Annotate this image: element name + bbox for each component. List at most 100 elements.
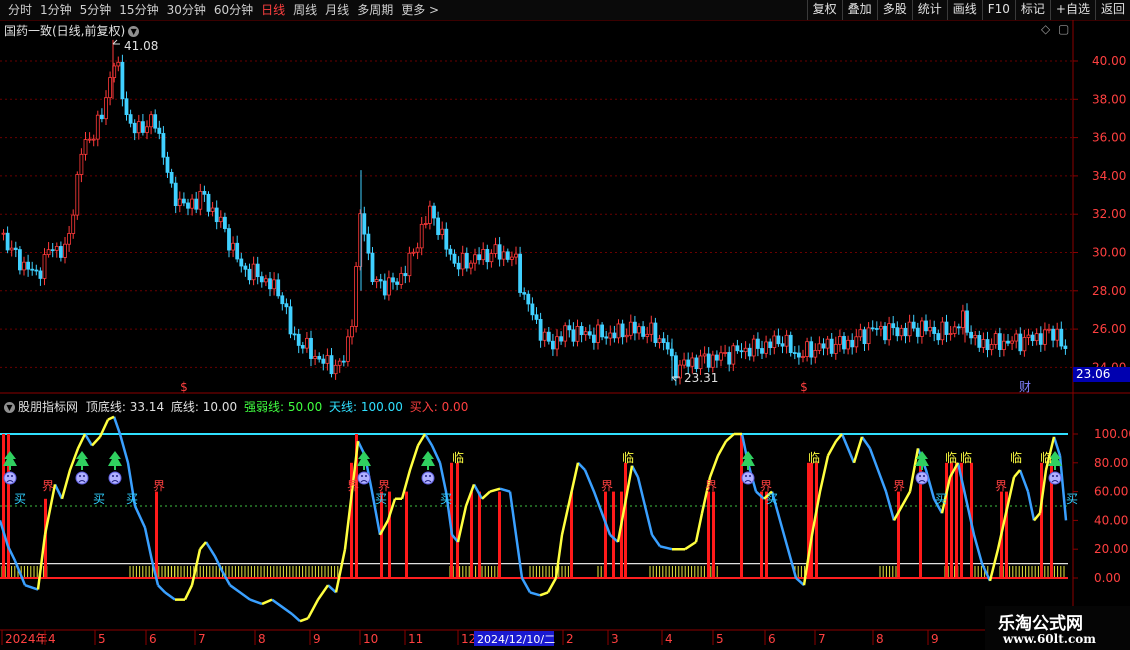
candle-body: [608, 332, 613, 339]
candle-body: [432, 205, 436, 219]
candle-body: [177, 198, 182, 206]
candle-body: [530, 303, 535, 316]
signal-signal_mai: 买: [440, 492, 452, 506]
tree-icon: [108, 451, 122, 466]
price-axis-label: 28.00: [1092, 284, 1126, 298]
strong-label: 强弱线:: [243, 400, 285, 414]
candle-body: [91, 138, 96, 141]
candle-body: [1051, 328, 1055, 341]
face-eye: [425, 475, 427, 477]
candle-body: [743, 347, 748, 353]
candle-body: [727, 352, 732, 365]
red-signal-bar: [498, 491, 501, 578]
candle-body: [616, 323, 621, 339]
candle-body: [567, 325, 572, 331]
tree-icon: [3, 451, 17, 466]
candle-body: [760, 348, 764, 354]
candle-body: [702, 353, 707, 357]
candle-body: [735, 345, 740, 352]
candle-body: [551, 340, 555, 350]
candle-body: [1034, 333, 1039, 342]
chevron-down-icon[interactable]: ▼: [4, 402, 15, 413]
candle-body: [887, 323, 891, 341]
sad-face-icon: [357, 471, 371, 485]
signal-signal_lin: 临: [808, 451, 820, 465]
candle-body: [481, 248, 486, 261]
candle-body: [1055, 328, 1060, 341]
candle-body: [222, 216, 227, 229]
candle-body: [715, 354, 719, 361]
candle-body: [829, 338, 834, 354]
candle-body: [985, 339, 990, 351]
candle-body: [391, 277, 395, 283]
signal-signal_jie: 界: [42, 479, 54, 493]
candle-body: [399, 273, 404, 285]
time-axis-label: 5: [716, 632, 724, 646]
candle-body: [1026, 334, 1031, 338]
candle-body: [678, 364, 682, 379]
chart-canvas[interactable]: 40.0038.0036.0034.0032.0030.0028.0026.00…: [0, 0, 1130, 650]
face-eye: [116, 475, 118, 477]
candle-body: [186, 202, 190, 209]
candle-body: [116, 61, 121, 67]
indicator-title[interactable]: ▼ 股朋指标网 顶底线: 33.14 底线: 10.00 强弱线: 50.00 天…: [4, 398, 468, 415]
candle-body: [563, 325, 568, 342]
candle-body: [870, 327, 875, 330]
candle-body: [825, 338, 830, 349]
face-eye: [83, 475, 85, 477]
candle-body: [317, 356, 322, 360]
candle-body: [255, 263, 260, 278]
candle-body: [263, 278, 268, 283]
indicator-axis-label: 100.00: [1094, 427, 1130, 441]
candle-body: [350, 326, 354, 338]
signal-signal_jie: 界: [760, 479, 772, 493]
top-value: 33.14: [129, 400, 165, 414]
candle-body: [751, 338, 756, 357]
candle-body: [1006, 340, 1010, 344]
red-signal-bar: [760, 491, 763, 578]
tree-trunk: [9, 466, 11, 470]
candle-body: [452, 253, 457, 264]
time-axis-label: 8: [876, 632, 884, 646]
red-signal-bar: [405, 491, 408, 578]
tree-trunk: [81, 466, 83, 470]
candle-body: [415, 247, 420, 253]
watermark-title: 乐淘公式网: [998, 614, 1083, 634]
price-axis-label: 34.00: [1092, 169, 1126, 183]
candle-body: [706, 353, 711, 368]
red-signal-bar: [478, 491, 481, 578]
red-signal-bar: [740, 434, 743, 578]
tree-icon: [421, 451, 435, 466]
candle-body: [411, 251, 416, 254]
candle-body: [427, 205, 432, 224]
event-marker: $: [800, 380, 808, 394]
candle-body: [329, 355, 334, 375]
signal-signal_lin: 临: [1010, 451, 1022, 465]
bottom-label: 底线:: [170, 400, 199, 414]
candle-body: [280, 295, 285, 305]
candle-body: [1, 232, 6, 235]
candle-body: [38, 270, 43, 279]
candle-body: [120, 61, 125, 100]
candle-body: [747, 347, 752, 357]
red-signal-bar: [570, 491, 573, 578]
candle-body: [30, 268, 35, 271]
candle-body: [497, 244, 502, 260]
candle-body: [534, 314, 539, 320]
candle-body: [26, 261, 31, 270]
candle-body: [764, 341, 768, 354]
time-axis-label: 2: [566, 632, 574, 646]
candle-body: [850, 339, 855, 348]
time-axis-label: 10: [363, 632, 378, 646]
candle-body: [1047, 328, 1051, 331]
candle-body: [198, 191, 203, 210]
candle-body: [509, 256, 514, 260]
candle-body: [776, 335, 781, 345]
candle-body: [251, 263, 256, 281]
candle-body: [965, 310, 969, 333]
candle-body: [54, 246, 59, 251]
candle-body: [674, 355, 678, 379]
red-signal-bar: [470, 491, 473, 578]
face-eye: [919, 475, 921, 477]
indicator-axis-label: 0.00: [1094, 571, 1121, 585]
